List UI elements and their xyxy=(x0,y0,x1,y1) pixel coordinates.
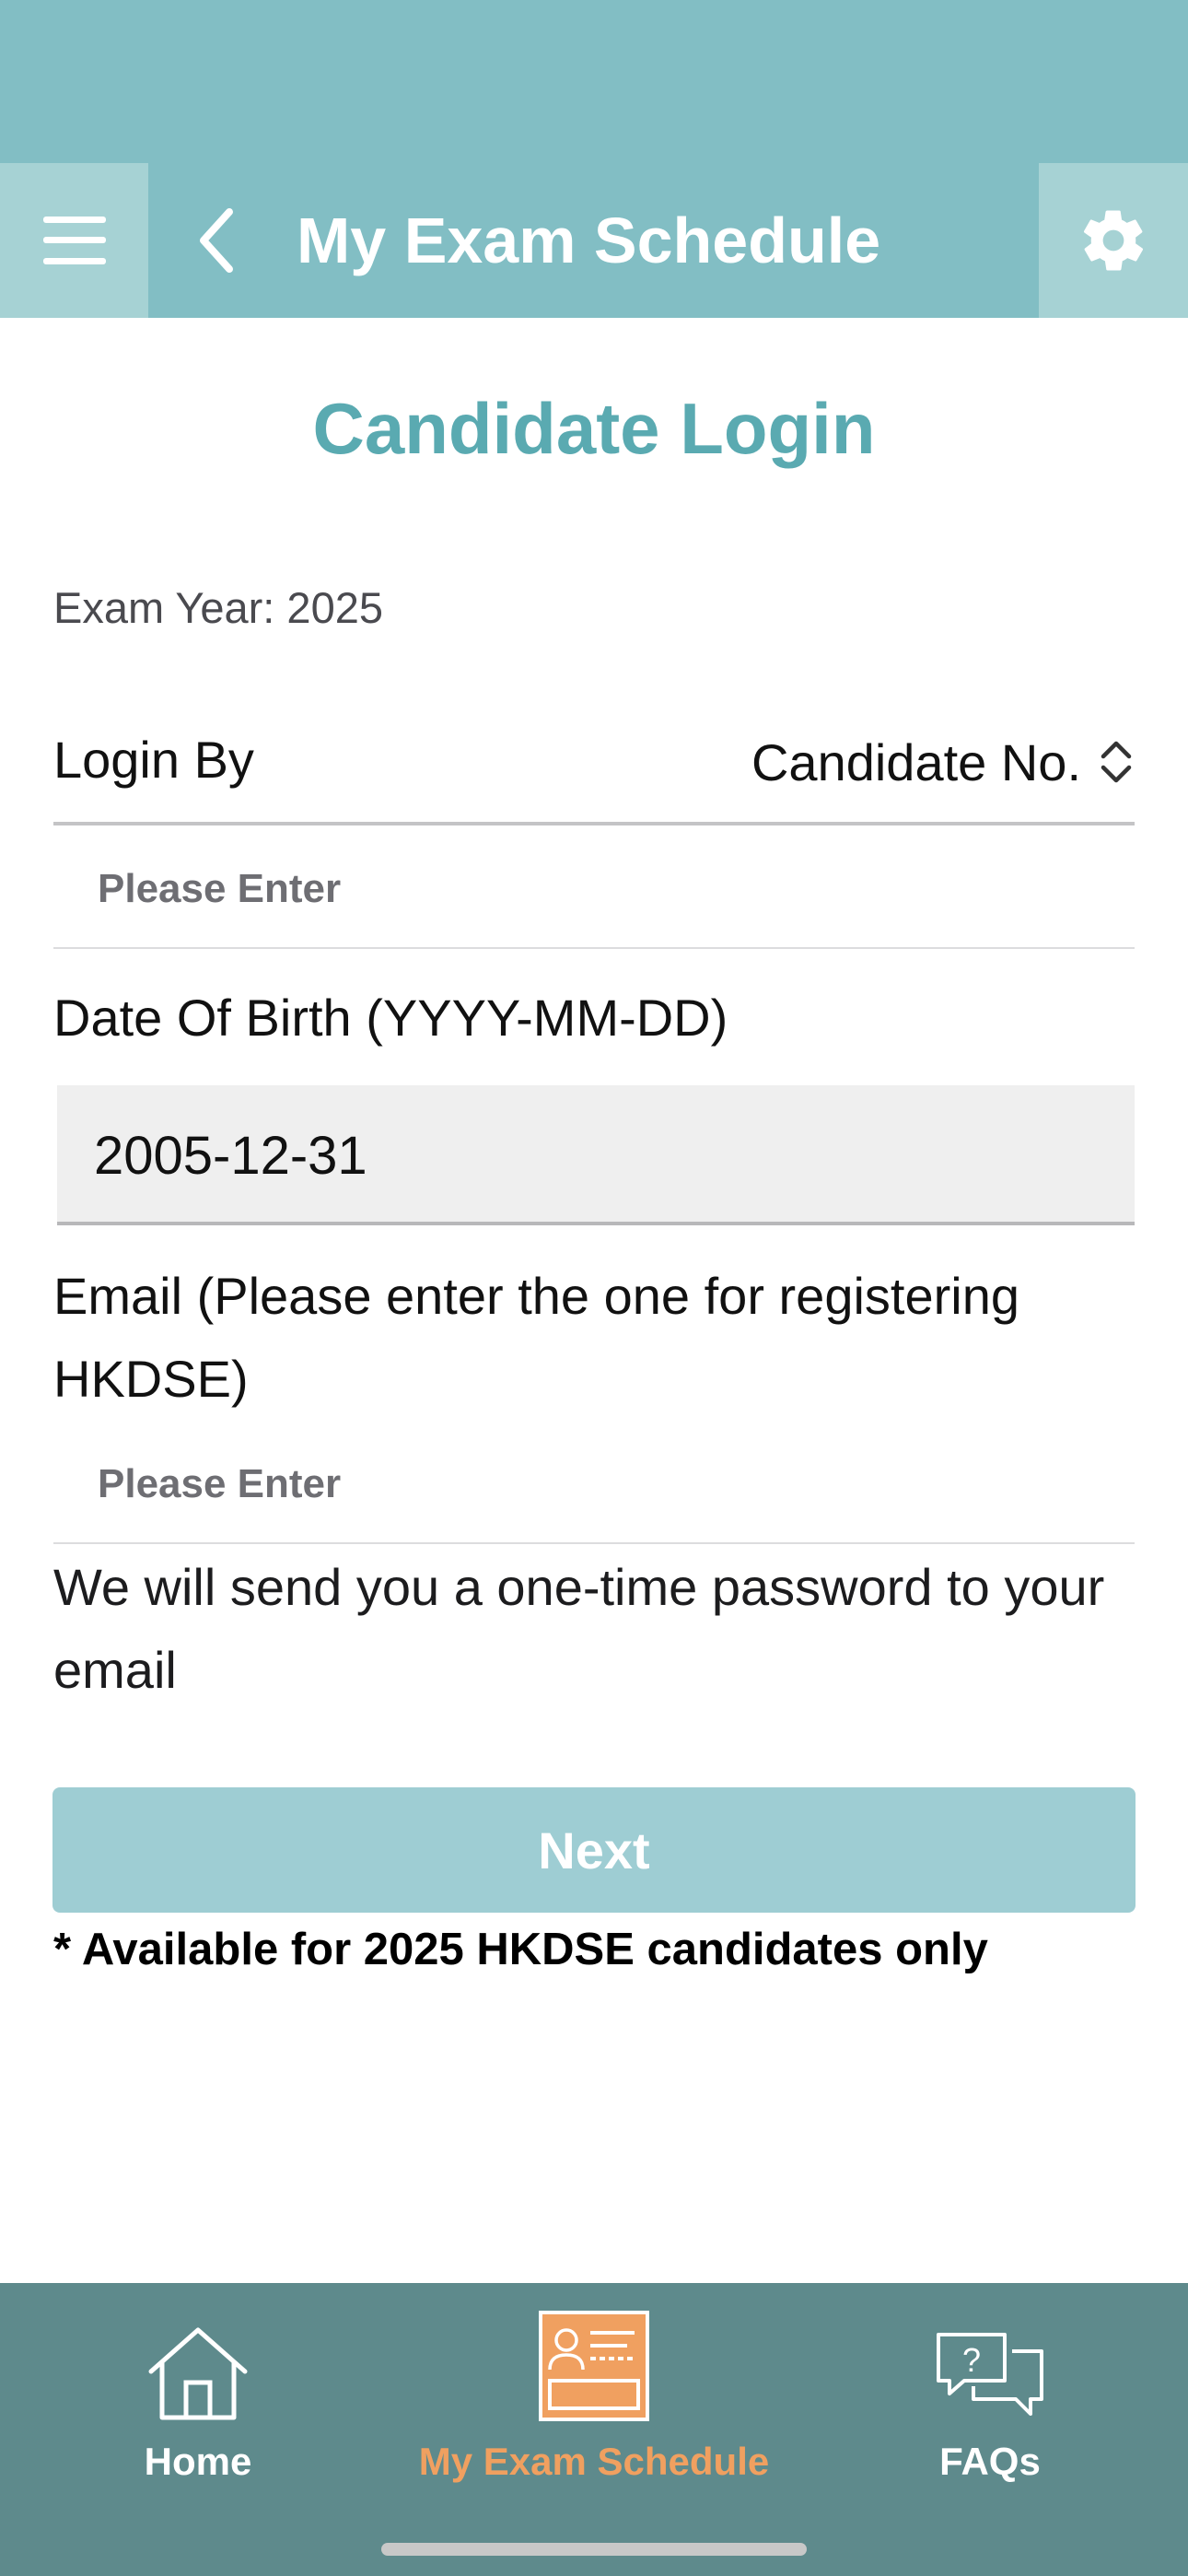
tab-home[interactable]: Home xyxy=(124,2283,272,2495)
tab-faqs-label: FAQs xyxy=(939,2440,1041,2483)
email-label: Email (Please enter the one for register… xyxy=(53,1267,1019,1408)
chevron-left-icon xyxy=(200,208,233,273)
login-by-label: Login By xyxy=(53,731,254,789)
navigation-bar: My Exam Schedule xyxy=(0,163,1188,318)
email-input[interactable] xyxy=(98,1452,1111,1516)
svg-text:?: ? xyxy=(962,2341,981,2379)
back-button[interactable] xyxy=(189,163,244,318)
tab-my-exam-schedule-label: My Exam Schedule xyxy=(418,2440,770,2483)
login-by-value: Candidate No. xyxy=(751,732,1081,791)
tab-faqs[interactable]: ? FAQs xyxy=(916,2283,1064,2495)
page-heading: Candidate Login xyxy=(312,388,876,469)
availability-note: * Available for 2025 HKDSE candidates on… xyxy=(53,1925,988,1974)
login-by-dropdown[interactable]: Candidate No. xyxy=(751,720,1135,803)
dob-field xyxy=(57,1085,1135,1225)
tab-home-label: Home xyxy=(144,2440,252,2483)
menu-button[interactable] xyxy=(0,163,148,318)
hamburger-menu-icon xyxy=(42,217,106,264)
chat-question-icon: ? xyxy=(937,2333,1043,2416)
house-icon xyxy=(148,2327,248,2420)
candidate-no-field xyxy=(53,829,1135,949)
exam-schedule-icon xyxy=(539,2311,649,2421)
nav-title: My Exam Schedule xyxy=(297,205,881,276)
login-by-selector[interactable]: Login By Candidate No. xyxy=(53,720,1135,825)
dob-label: Date Of Birth (YYYY-MM-DD) xyxy=(53,989,728,1047)
settings-button[interactable] xyxy=(1039,163,1188,318)
bottom-tab-bar: Home My Exam Schedule ? FAQs xyxy=(0,2283,1188,2576)
email-field xyxy=(53,1424,1135,1544)
exam-year-label: Exam Year: 2025 xyxy=(53,583,383,632)
otp-note: We will send you a one-time password to … xyxy=(53,1558,1105,1699)
home-indicator[interactable] xyxy=(381,2543,807,2556)
tab-my-exam-schedule[interactable]: My Exam Schedule xyxy=(405,2283,783,2495)
dob-input[interactable] xyxy=(94,1118,1107,1192)
candidate-no-input[interactable] xyxy=(98,857,1111,921)
next-button[interactable]: Next xyxy=(52,1787,1136,1913)
status-bar-area xyxy=(0,0,1188,163)
gear-icon xyxy=(1083,210,1144,271)
chevron-up-down-icon xyxy=(1101,741,1132,783)
